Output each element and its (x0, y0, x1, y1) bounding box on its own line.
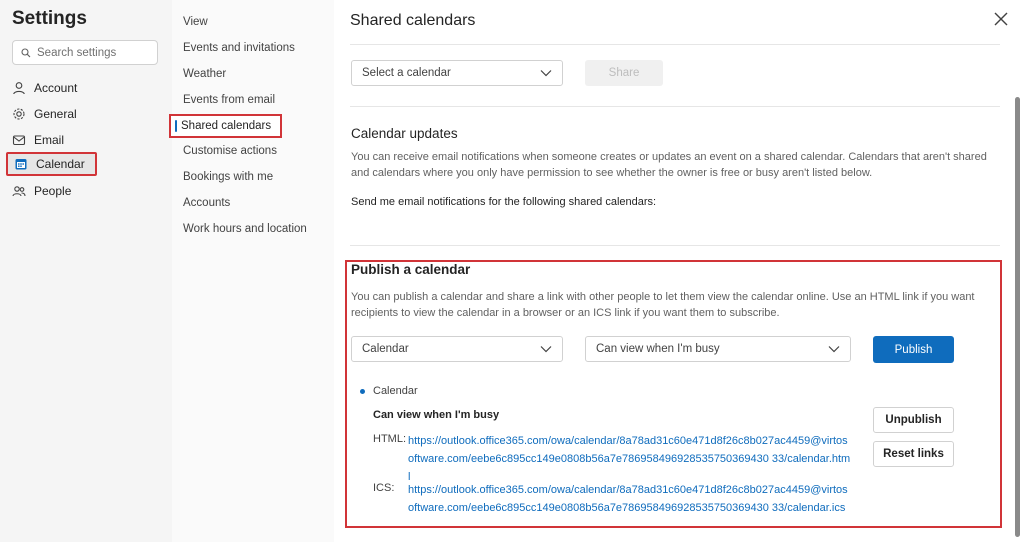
reset-links-button[interactable]: Reset links (873, 441, 954, 467)
nav-item-email[interactable]: Email (12, 129, 64, 151)
share-button[interactable]: Share (585, 60, 663, 86)
scrollbar[interactable] (1015, 97, 1020, 537)
subnav-customise-actions[interactable]: Customise actions (183, 140, 277, 162)
chevron-down-icon (540, 70, 552, 77)
nav-item-calendar[interactable]: Calendar (6, 152, 97, 176)
unpublish-button[interactable]: Unpublish (873, 407, 954, 433)
nav-item-label: People (34, 184, 72, 198)
html-link-label: HTML: (373, 433, 406, 445)
nav-item-label: Calendar (36, 157, 85, 171)
subnav-events-from-email[interactable]: Events from email (183, 89, 275, 111)
people-icon (12, 186, 26, 197)
share-calendar-select[interactable]: Select a calendar (351, 60, 563, 86)
html-link-text[interactable]: https://outlook.office365.com/owa/calend… (408, 435, 850, 483)
published-calendar-name: Calendar (373, 385, 418, 397)
publish-calendar-select[interactable]: Calendar (351, 336, 563, 362)
settings-title: Settings (12, 8, 87, 29)
publish-calendar-select-value: Calendar (362, 343, 409, 355)
send-notifications-label: Send me email notifications for the foll… (351, 196, 657, 208)
subnav-weather[interactable]: Weather (183, 63, 226, 85)
subnav-work-hours-and-location[interactable]: Work hours and location (183, 218, 307, 240)
nav-item-label: Email (34, 133, 65, 147)
publish-calendar-section: Publish a calendar You can publish a cal… (345, 260, 1002, 528)
divider (350, 106, 1000, 107)
nav-item-label: Account (34, 81, 78, 95)
close-icon[interactable] (992, 10, 1010, 28)
nav-item-account[interactable]: Account (12, 77, 77, 99)
settings-nav: Settings Account General Email Calendar … (0, 0, 172, 542)
publish-permission-select[interactable]: Can view when I'm busy (585, 336, 851, 362)
calendar-subnav: View Events and invitations Weather Even… (169, 0, 334, 542)
publish-button[interactable]: Publish (873, 336, 954, 363)
publish-permission-select-value: Can view when I'm busy (596, 343, 720, 355)
person-icon (13, 82, 25, 95)
divider (350, 245, 1000, 246)
gear-icon (13, 108, 25, 120)
search-settings-input[interactable] (37, 46, 147, 59)
published-permission: Can view when I'm busy (373, 409, 500, 421)
subnav-bookings-with-me[interactable]: Bookings with me (183, 166, 273, 188)
calendar-updates-title: Calendar updates (351, 126, 458, 141)
chevron-down-icon (540, 346, 552, 353)
ics-link[interactable]: https://outlook.office365.com/owa/calend… (408, 480, 852, 516)
html-link[interactable]: https://outlook.office365.com/owa/calend… (408, 431, 852, 485)
nav-item-label: General (34, 107, 77, 121)
subnav-accounts[interactable]: Accounts (183, 192, 230, 214)
publish-calendar-description: You can publish a calendar and share a l… (351, 291, 975, 319)
subnav-shared-calendars[interactable]: Shared calendars (169, 114, 282, 138)
calendar-updates-description: You can receive email notifications when… (351, 151, 987, 179)
panel-title: Shared calendars (350, 12, 476, 29)
mail-icon (12, 135, 26, 146)
search-settings-box[interactable] (12, 40, 158, 65)
calendar-icon (15, 159, 27, 170)
share-calendar-select-value: Select a calendar (362, 67, 451, 79)
publish-calendar-title: Publish a calendar (351, 262, 471, 277)
search-icon (21, 47, 31, 57)
subnav-view[interactable]: View (183, 11, 208, 33)
nav-item-general[interactable]: General (12, 103, 77, 125)
nav-item-people[interactable]: People (12, 180, 71, 202)
divider (350, 44, 1000, 45)
ics-link-label: ICS: (373, 482, 395, 494)
ics-link-text[interactable]: https://outlook.office365.com/owa/calend… (408, 484, 848, 514)
chevron-down-icon (828, 346, 840, 353)
bullet-dot (360, 389, 365, 394)
subnav-events-and-invitations[interactable]: Events and invitations (183, 37, 295, 59)
